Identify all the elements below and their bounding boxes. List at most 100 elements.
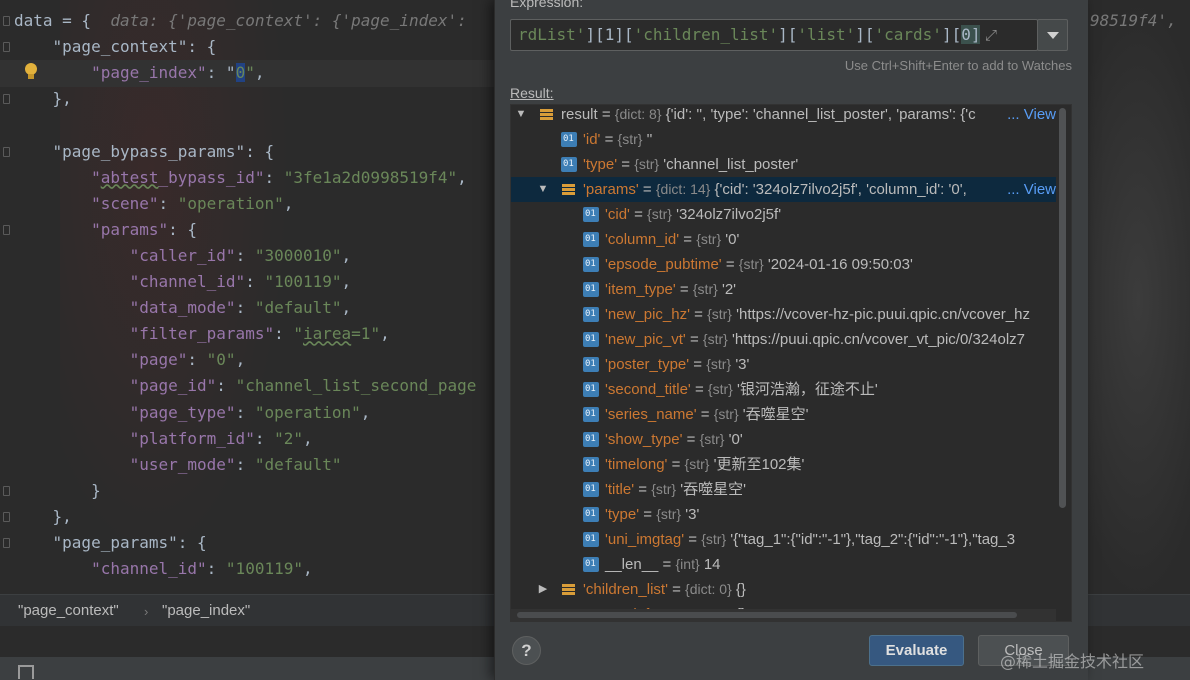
tree-row[interactable]: 'timelong' = {str} '更新至102集'	[511, 452, 1056, 477]
tree-row-type: {str}	[647, 206, 672, 222]
tree-row-type: {str}	[696, 231, 722, 247]
code-line[interactable]: "platform_id": "2",	[14, 426, 313, 452]
horizontal-scrollbar[interactable]	[511, 609, 1056, 621]
view-link[interactable]: ... View	[1001, 105, 1056, 127]
code-line[interactable]: }	[14, 478, 101, 504]
value-icon	[583, 427, 599, 452]
tree-row[interactable]: 'column_id' = {str} '0'	[511, 227, 1056, 252]
help-button[interactable]: ?	[512, 636, 541, 665]
tree-row[interactable]: 'title' = {str} '吞噬星空'	[511, 477, 1056, 502]
tree-row[interactable]: ▼ result = {dict: 8} {'id': '', 'type': '…	[511, 105, 1056, 127]
code-line[interactable]: "caller_id": "3000010",	[14, 243, 352, 269]
expand-arrow-icon[interactable]: ▶	[537, 577, 549, 602]
tree-row[interactable]: 'second_title' = {str} '银河浩瀚，征途不止'	[511, 377, 1056, 402]
code-line[interactable]: "page_context": {	[14, 34, 217, 60]
code-line[interactable]: "params": {	[14, 217, 197, 243]
tree-row[interactable]: 'id' = {str} ''	[511, 127, 1056, 152]
tree-row[interactable]: 'epsode_pubtime' = {str} '2024-01-16 09:…	[511, 252, 1056, 277]
code-line[interactable]: "page_bypass_params": {	[14, 139, 275, 165]
value-icon	[583, 277, 599, 302]
tree-row-name: 'uni_imgtag'	[605, 531, 685, 548]
code-line[interactable]: },	[14, 86, 72, 112]
tree-row-value: '更新至102集'	[713, 456, 805, 473]
code-line[interactable]: "data_mode": "default",	[14, 295, 352, 321]
tree-row-value: '3'	[685, 506, 700, 523]
tree-row-name: 'params'	[583, 181, 639, 198]
code-line[interactable]: "page": "0",	[14, 347, 246, 373]
code-line[interactable]: "page_type": "operation",	[14, 400, 371, 426]
tree-row-name: 'second_title'	[605, 381, 691, 398]
tree-row[interactable]: ▼'params' = {dict: 14} {'cid': '324olz7i…	[511, 177, 1056, 202]
terminal-icon[interactable]	[18, 665, 34, 679]
tree-row-name: 'series_name'	[605, 406, 697, 423]
tree-row[interactable]: 'uni_imgtag' = {str} '{"tag_1":{"id":"-1…	[511, 527, 1056, 552]
code-line[interactable]: "filter_params": "iarea=1",	[14, 321, 390, 347]
value-icon	[583, 327, 599, 352]
view-link[interactable]: ... View	[1001, 177, 1056, 202]
tree-row[interactable]: 'new_pic_hz' = {str} 'https://vcover-hz-…	[511, 302, 1056, 327]
code-line[interactable]: "page_id": "channel_list_second_page	[14, 373, 477, 399]
value-icon	[561, 152, 577, 177]
inline-value-hint: 98519f4', 'scene'	[1090, 11, 1190, 30]
tree-row[interactable]: 'series_name' = {str} '吞噬星空'	[511, 402, 1056, 427]
fold-marker-icon[interactable]	[3, 511, 10, 522]
collapse-arrow-icon[interactable]: ▼	[537, 177, 549, 202]
tree-row[interactable]: 'type' = {str} 'channel_list_poster'	[511, 152, 1056, 177]
value-icon	[561, 127, 577, 152]
tree-row[interactable]: 'poster_type' = {str} '3'	[511, 352, 1056, 377]
value-icon	[583, 477, 599, 502]
collapse-arrow-icon[interactable]: ▼	[515, 105, 527, 127]
code-line[interactable]: "user_mode": "default"	[14, 452, 342, 478]
code-line[interactable]: data = { data: {'page_context': {'page_i…	[14, 8, 476, 34]
tree-row-value: '吞噬星空'	[680, 481, 746, 498]
fold-marker-icon[interactable]	[3, 224, 10, 235]
code-line[interactable]: "abtest_bypass_id": "3fe1a2d0998519f4",	[14, 165, 467, 191]
value-icon	[583, 302, 599, 327]
fold-marker-icon[interactable]	[3, 146, 10, 157]
value-icon	[583, 527, 599, 552]
code-line[interactable]: "channel_id": "100119",	[14, 269, 352, 295]
tree-row-type: {str}	[713, 406, 739, 422]
tree-row-name: 'timelong'	[605, 456, 668, 473]
tree-row[interactable]: 'cid' = {str} '324olz7ilvo2j5f'	[511, 202, 1056, 227]
tree-row-type: {str}	[656, 506, 682, 522]
tree-row[interactable]: 'type' = {str} '3'	[511, 502, 1056, 527]
value-icon	[583, 452, 599, 477]
tree-row[interactable]: __len__ = {int} 14	[511, 552, 1056, 577]
vertical-scrollbar[interactable]	[1059, 108, 1066, 508]
tree-row-value: '2024-01-16 09:50:03'	[767, 256, 913, 273]
result-tree[interactable]: ▼ result = {dict: 8} {'id': '', 'type': '…	[510, 104, 1072, 622]
value-icon	[583, 502, 599, 527]
fold-marker-icon[interactable]	[3, 42, 10, 53]
fold-marker-icon[interactable]	[3, 485, 10, 496]
evaluate-button[interactable]: Evaluate	[869, 635, 964, 666]
code-line[interactable]: },	[14, 504, 72, 530]
tree-row[interactable]: 'show_type' = {str} '0'	[511, 427, 1056, 452]
tree-row-type: {dict: 14}	[655, 181, 711, 197]
tree-row-type: {str}	[634, 156, 660, 172]
tree-row-name: 'children_list'	[583, 581, 668, 598]
breadcrumb-item-page-index[interactable]: "page_index"	[162, 602, 250, 619]
code-line[interactable]: "page_params": {	[14, 530, 207, 556]
value-icon	[583, 352, 599, 377]
code-line[interactable]: "scene": "operation",	[14, 191, 293, 217]
fold-marker-icon[interactable]	[3, 94, 10, 105]
tree-row[interactable]: 'new_pic_vt' = {str} 'https://puui.qpic.…	[511, 327, 1056, 352]
dict-icon	[539, 107, 555, 122]
expression-text[interactable]: rdList'][1]['children_list']['list']['ca…	[518, 25, 981, 44]
fold-marker-icon[interactable]	[3, 538, 10, 548]
code-line[interactable]: "channel_id": "100119",	[14, 556, 313, 582]
tree-row-name: __len__	[605, 556, 659, 573]
tree-row[interactable]: ▶'children_list' = {dict: 0} {}	[511, 577, 1056, 602]
editor-gutter[interactable]	[0, 0, 12, 592]
tree-row[interactable]: 'item_type' = {str} '2'	[511, 277, 1056, 302]
code-line[interactable]: "page_index": "0",	[14, 60, 264, 86]
expand-icon[interactable]: ⤢	[985, 26, 1001, 44]
tree-row-type: {str}	[738, 256, 764, 272]
tree-row-value: '0'	[725, 231, 740, 248]
chevron-down-icon	[1047, 32, 1059, 39]
fold-marker-icon[interactable]	[3, 16, 10, 26]
expression-input[interactable]: rdList'][1]['children_list']['list']['ca…	[510, 19, 1038, 51]
breadcrumb-item-page-context[interactable]: "page_context"	[18, 602, 119, 619]
history-dropdown-button[interactable]	[1037, 19, 1068, 51]
